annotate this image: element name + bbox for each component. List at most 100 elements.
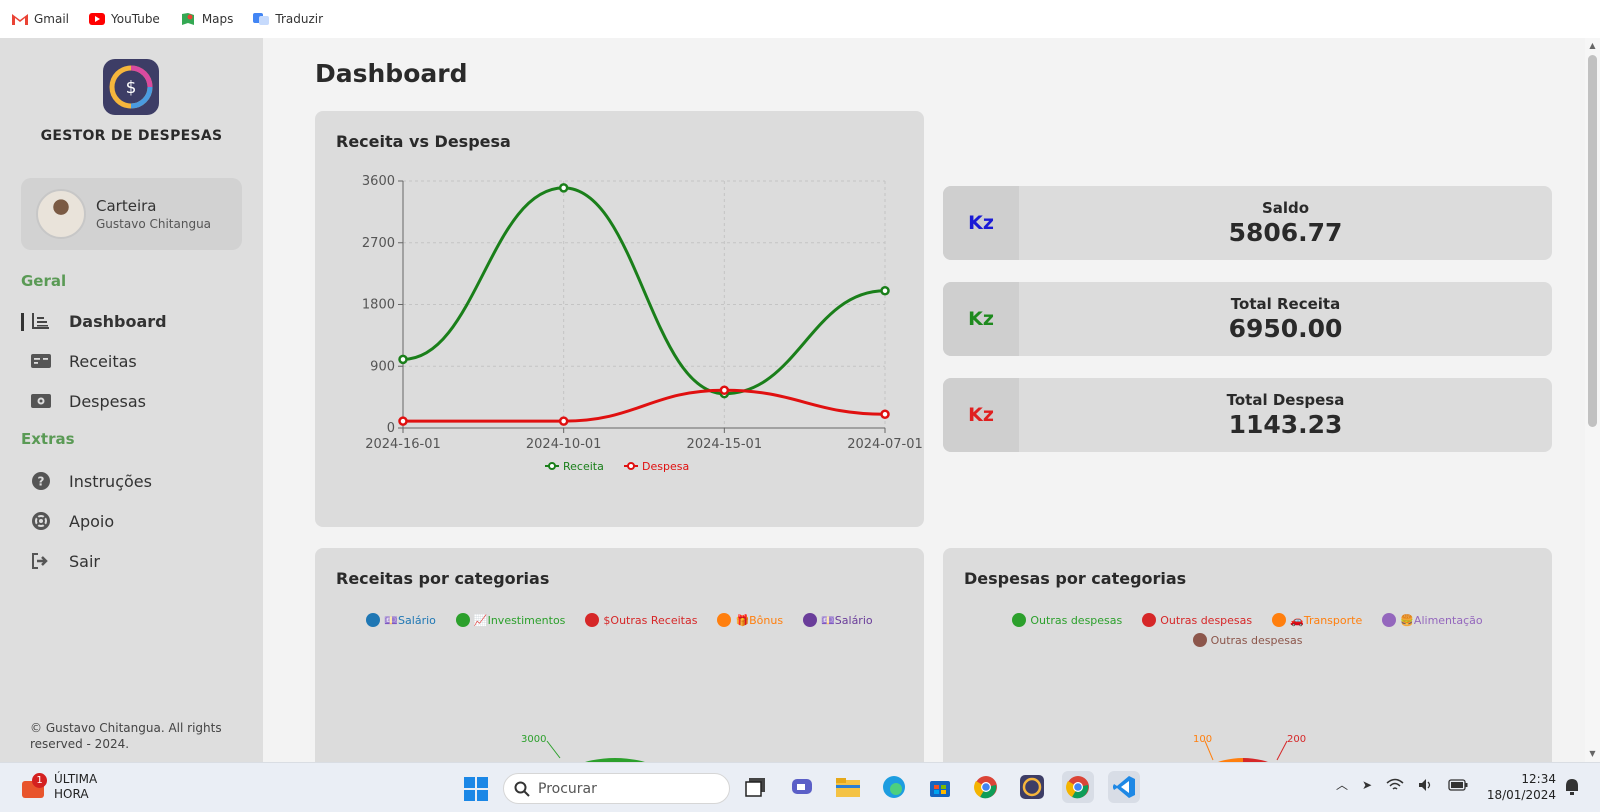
sidebar-item-apoio[interactable]: Apoio [21, 506, 242, 536]
search-placeholder: Procurar [538, 780, 597, 797]
wallet-logo-icon: $ [109, 65, 153, 109]
series-line-despesa [402, 388, 886, 423]
section-extras: Extras [21, 430, 75, 448]
battery-icon[interactable] [1448, 778, 1468, 791]
data-point-receita [398, 354, 408, 365]
bookmark-translate[interactable]: Traduzir [253, 12, 323, 26]
news-icon: 1 [20, 773, 47, 799]
legend-marker [548, 462, 556, 470]
clock-time: 12:34 [1521, 772, 1556, 786]
location-icon[interactable]: ➤ [1362, 778, 1372, 792]
task-view-icon[interactable] [740, 771, 772, 803]
income-vs-expense-card: Receita vs Despesa 0 900 1800 2700 3600 2024-… [315, 111, 924, 527]
sidebar-item-instrucoes[interactable]: ? Instruções [21, 466, 242, 496]
translate-icon [253, 13, 270, 25]
gmail-icon [12, 14, 28, 25]
notification-badge: 1 [32, 773, 47, 788]
y-tick-label: 900 [370, 359, 395, 374]
copyright: © Gustavo Chitangua. All rights reserved… [30, 721, 222, 751]
news-widget[interactable]: 1 ÚLTIMA HORA [20, 772, 97, 802]
chevron-up-icon[interactable]: ︿ [1336, 776, 1348, 793]
legend-label: Receita [563, 460, 604, 473]
x-tick-label: 2024-10-01 [526, 437, 602, 452]
sidebar-item-dashboard[interactable]: Dashboard [21, 306, 242, 336]
bookmark-label: Traduzir [275, 12, 324, 26]
pie-label-line [546, 740, 561, 759]
bookmark-label: Maps [201, 12, 234, 26]
pie-label: 100 [1193, 734, 1212, 745]
svg-text:?: ? [38, 475, 45, 489]
main-content: Dashboard Receita vs Despesa 0 900 1800 270… [263, 38, 1585, 762]
vscode-icon[interactable] [1108, 771, 1140, 803]
stat-card-saldo: Kz Saldo 5806.77 [943, 186, 1552, 260]
sidebar-item-label: Despesas [69, 391, 146, 411]
sidebar: $ GESTOR DE DESPESAS Carteira Gustavo Ch… [0, 38, 263, 762]
bookmark-label: Gmail [34, 12, 70, 26]
y-tick-label: 3600 [362, 174, 395, 189]
bookmark-maps[interactable]: Maps [180, 12, 234, 26]
bookmark-label: YouTube [111, 12, 160, 26]
active-indicator [21, 313, 24, 331]
money-icon [31, 391, 51, 411]
notifications-icon[interactable] [1564, 778, 1580, 800]
y-tick-label: 0 [387, 421, 395, 436]
data-point-despesa [880, 409, 890, 420]
clock-date: 18/01/2024 [1486, 788, 1556, 802]
start-button[interactable] [463, 776, 489, 806]
money-bill-icon [31, 351, 51, 371]
app-logo: $ [103, 59, 159, 115]
edge-icon[interactable] [878, 771, 910, 803]
scroll-up-arrow-icon[interactable]: ▲ [1588, 41, 1597, 51]
scroll-down-arrow-icon[interactable]: ▼ [1588, 749, 1597, 759]
stat-value: 6950.00 [1228, 314, 1343, 343]
series-line-receita [402, 186, 886, 396]
taskbar-search[interactable]: Procurar [503, 773, 730, 804]
maps-icon [181, 13, 194, 25]
sidebar-item-label: Receitas [69, 351, 137, 371]
page-title: Dashboard [315, 59, 468, 88]
clock[interactable]: 12:34 18/01/2024 [1480, 771, 1556, 803]
y-tick-label: 2700 [362, 236, 395, 251]
wallet-user: Gustavo Chitangua [96, 217, 212, 231]
question-icon: ? [31, 471, 51, 491]
bookmark-gmail[interactable]: Gmail [12, 12, 69, 26]
pie-label: 200 [1287, 734, 1306, 745]
stat-card-total-receita: Kz Total Receita 6950.00 [943, 282, 1552, 356]
volume-icon[interactable] [1418, 778, 1434, 792]
taskbar: 1 ÚLTIMA HORA Procurar ︿ ➤ 12:34 18/01/2… [0, 762, 1600, 812]
pie-label: 3000 [521, 734, 546, 745]
app-brand: GESTOR DE DESPESAS [40, 128, 223, 144]
sidebar-item-sair[interactable]: Sair [21, 546, 242, 576]
expense-by-category-card: Despesas por categorias Outras despesas … [943, 548, 1552, 762]
logout-icon [31, 551, 51, 571]
teams-chat-icon[interactable] [786, 771, 818, 803]
legend-label: Despesa [642, 460, 689, 473]
file-explorer-icon[interactable] [832, 771, 864, 803]
bookmarks-bar: Gmail YouTube Maps Traduzir [0, 0, 1600, 38]
wifi-icon[interactable] [1386, 778, 1404, 792]
data-point-despesa [719, 385, 730, 396]
chrome-icon[interactable] [970, 771, 1002, 803]
data-point-despesa [558, 416, 569, 426]
wallet-card[interactable]: Carteira Gustavo Chitangua [21, 178, 242, 250]
store-icon[interactable] [924, 771, 956, 803]
stat-label: Total Despesa [1226, 391, 1345, 409]
income-pie: 3000 [521, 734, 645, 762]
avatar [36, 189, 86, 239]
bookmark-youtube[interactable]: YouTube [89, 12, 160, 26]
data-point-receita [880, 286, 890, 296]
section-general: Geral [21, 272, 67, 290]
sidebar-item-receitas[interactable]: Receitas [21, 346, 242, 376]
scroll-thumb[interactable] [1588, 55, 1597, 427]
expense-app-icon[interactable] [1016, 771, 1048, 803]
stat-value: 1143.23 [1228, 410, 1343, 439]
currency-badge: Kz [943, 282, 1019, 356]
wallet-title: Carteira [96, 197, 157, 215]
stat-card-total-despesa: Kz Total Despesa 1143.23 [943, 378, 1552, 452]
windows-icon [464, 777, 488, 801]
chrome-active-icon[interactable] [1062, 771, 1094, 803]
sidebar-item-despesas[interactable]: Despesas [21, 386, 242, 416]
scrollbar[interactable]: ▲ ▼ [1585, 38, 1600, 762]
y-tick-label: 1800 [362, 298, 395, 313]
x-tick-label: 2024-16-01 [365, 437, 441, 452]
